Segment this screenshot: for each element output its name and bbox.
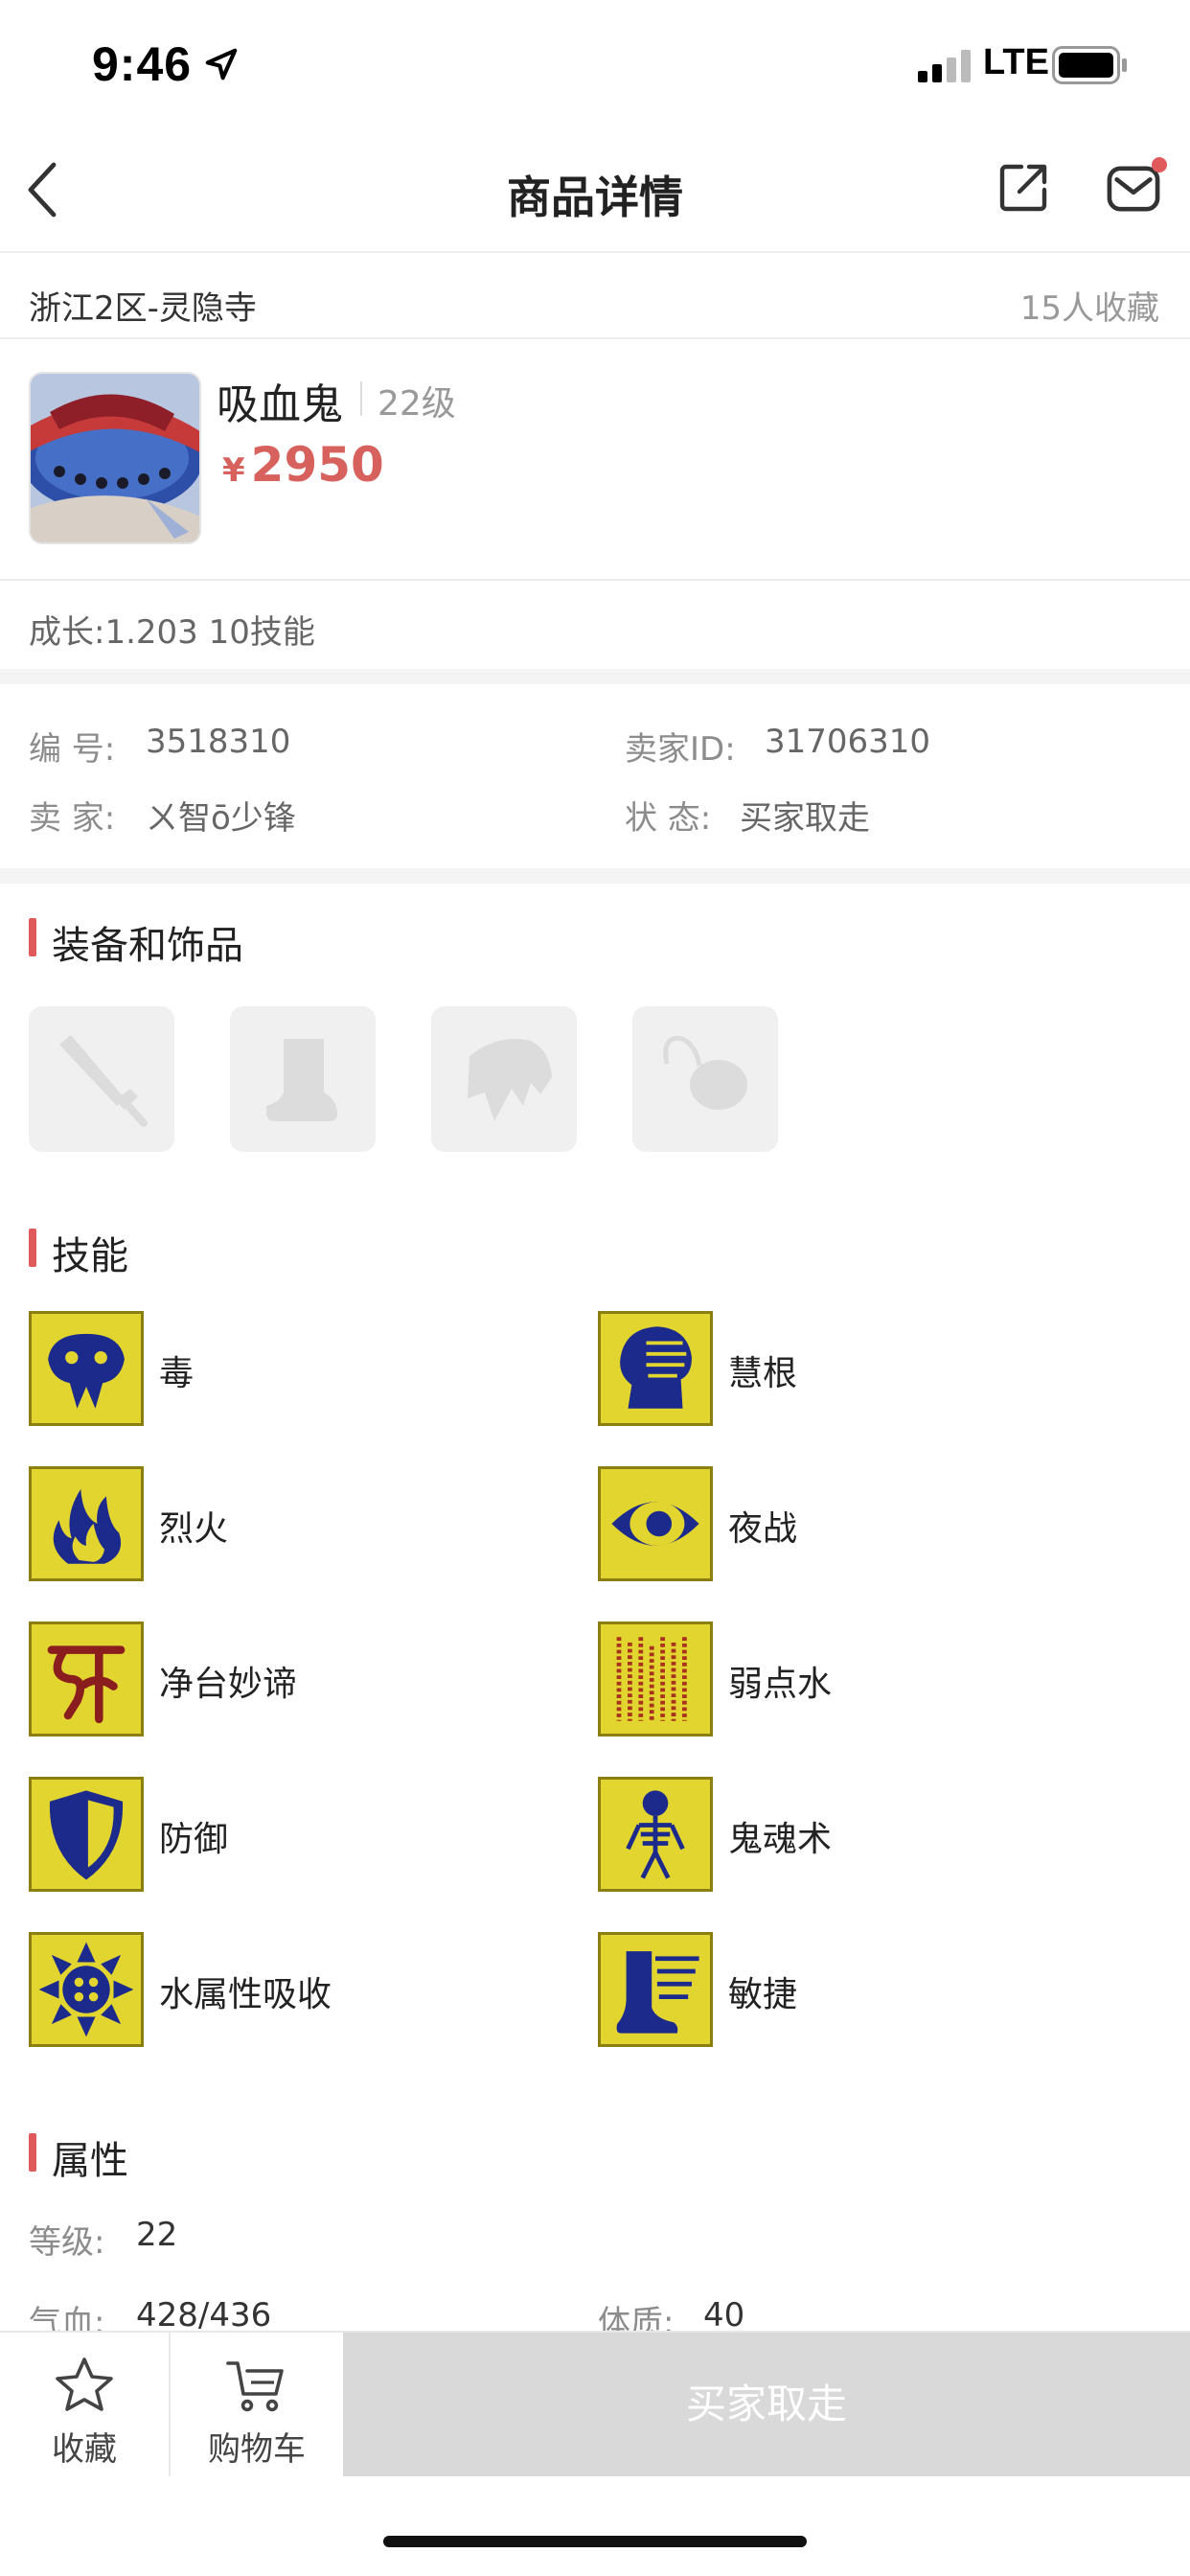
buyer-taken-button[interactable]: 买家取走 [343, 2333, 1190, 2476]
skill-item[interactable]: 烈火 [29, 1466, 565, 1581]
signal-icon [918, 50, 971, 82]
battery-icon [1052, 46, 1127, 84]
seller-label: 卖 家: [29, 799, 116, 838]
skeleton-icon [598, 1777, 713, 1892]
boot-icon [598, 1932, 713, 2047]
skill-name: 夜战 [728, 1509, 798, 1549]
skill-name: 烈火 [159, 1509, 229, 1549]
cart-icon [226, 2361, 284, 2412]
level-value: 22 [136, 2216, 178, 2254]
head-icon [598, 1311, 713, 1426]
star-icon [56, 2358, 113, 2411]
product-card: 吸血鬼 22级 ¥2950 [0, 341, 1190, 581]
skill-name: 弱点水 [728, 1665, 833, 1704]
status-label: 状 态: [625, 799, 712, 838]
favorite-count: 15人收藏 [1019, 289, 1159, 328]
section-accent-bar [29, 1229, 36, 1267]
glyph-icon [29, 1622, 144, 1736]
bottom-action-bar: 收藏 购物车 买家取走 [0, 2331, 1190, 2476]
seller-value: ㄨ智ō少锋 [146, 799, 296, 838]
skill-item[interactable]: 弱点水 [598, 1622, 1134, 1736]
weapon-slot[interactable] [29, 1006, 174, 1152]
network-type: LTE [983, 42, 1049, 82]
skill-name: 水属性吸收 [159, 1975, 332, 2014]
cart-button[interactable]: 购物车 [171, 2333, 343, 2476]
shield-icon [29, 1777, 144, 1892]
product-name: 吸血鬼 [217, 380, 343, 429]
product-thumbnail[interactable] [29, 372, 201, 544]
amulet-icon [663, 1036, 747, 1110]
share-icon[interactable] [996, 161, 1050, 215]
attributes-title: 属性 [52, 2139, 128, 2183]
product-level: 22级 [378, 384, 456, 424]
home-indicator[interactable] [383, 2536, 807, 2547]
notification-dot [1152, 157, 1167, 172]
id-value: 3518310 [146, 723, 291, 761]
location-arrow-icon [205, 48, 238, 80]
section-divider [0, 669, 1190, 684]
water-weak-icon [598, 1622, 713, 1736]
favorite-button[interactable]: 收藏 [0, 2333, 171, 2476]
armor-slot[interactable] [431, 1006, 577, 1152]
currency-symbol: ¥ [222, 451, 245, 490]
status-bar: 9:46 LTE [0, 0, 1190, 126]
skill-item[interactable]: 夜战 [598, 1466, 1134, 1581]
skill-item[interactable]: 防御 [29, 1777, 565, 1892]
growth-info: 成长:1.203 10技能 [29, 613, 315, 652]
status-value: 买家取走 [740, 799, 870, 838]
skill-name: 防御 [159, 1820, 229, 1859]
section-accent-bar [29, 918, 36, 956]
nav-bar: 商品详情 [0, 126, 1190, 253]
hp-value: 428/436 [136, 2296, 272, 2334]
level-label: 等级: [29, 2223, 105, 2262]
boot-icon [266, 1039, 337, 1121]
seller-id-value: 31706310 [765, 723, 931, 761]
server-name: 浙江2区-灵隐寺 [29, 289, 257, 328]
skill-name: 毒 [159, 1354, 195, 1393]
favorite-label: 收藏 [52, 2430, 117, 2469]
id-label: 编 号: [29, 730, 116, 769]
skill-item[interactable]: 水属性吸收 [29, 1932, 565, 2047]
buyer-taken-label: 买家取走 [685, 2381, 847, 2426]
snake-icon [29, 1311, 144, 1426]
armor-icon [468, 1039, 552, 1121]
water-absorb-icon [29, 1932, 144, 2047]
section-divider [0, 868, 1190, 884]
accessory-slot[interactable] [632, 1006, 778, 1152]
name-divider [360, 381, 362, 416]
sword-icon [59, 1035, 148, 1127]
price-value: 2950 [250, 437, 384, 493]
fire-icon [29, 1466, 144, 1581]
section-accent-bar [29, 2133, 36, 2172]
skill-item[interactable]: 敏捷 [598, 1932, 1134, 2047]
skill-item[interactable]: 慧根 [598, 1311, 1134, 1426]
eye-icon [598, 1466, 713, 1581]
skill-name: 敏捷 [728, 1975, 798, 2014]
skill-name: 净台妙谛 [159, 1665, 298, 1704]
server-row: 浙江2区-灵隐寺 15人收藏 [0, 255, 1190, 339]
skills-title: 技能 [52, 1234, 128, 1278]
skill-item[interactable]: 净台妙谛 [29, 1622, 565, 1736]
boots-slot[interactable] [230, 1006, 376, 1152]
skill-item[interactable]: 鬼魂术 [598, 1777, 1134, 1892]
mail-icon[interactable] [1106, 163, 1161, 215]
seller-id-label: 卖家ID: [625, 730, 736, 769]
equipment-title: 装备和饰品 [52, 924, 243, 968]
skill-item[interactable]: 毒 [29, 1311, 565, 1426]
skill-name: 鬼魂术 [728, 1820, 833, 1859]
status-time: 9:46 [92, 37, 193, 91]
skill-name: 慧根 [728, 1354, 798, 1393]
cart-label: 购物车 [208, 2430, 306, 2469]
constitution-value: 40 [703, 2296, 745, 2334]
product-price: ¥2950 [222, 437, 384, 493]
